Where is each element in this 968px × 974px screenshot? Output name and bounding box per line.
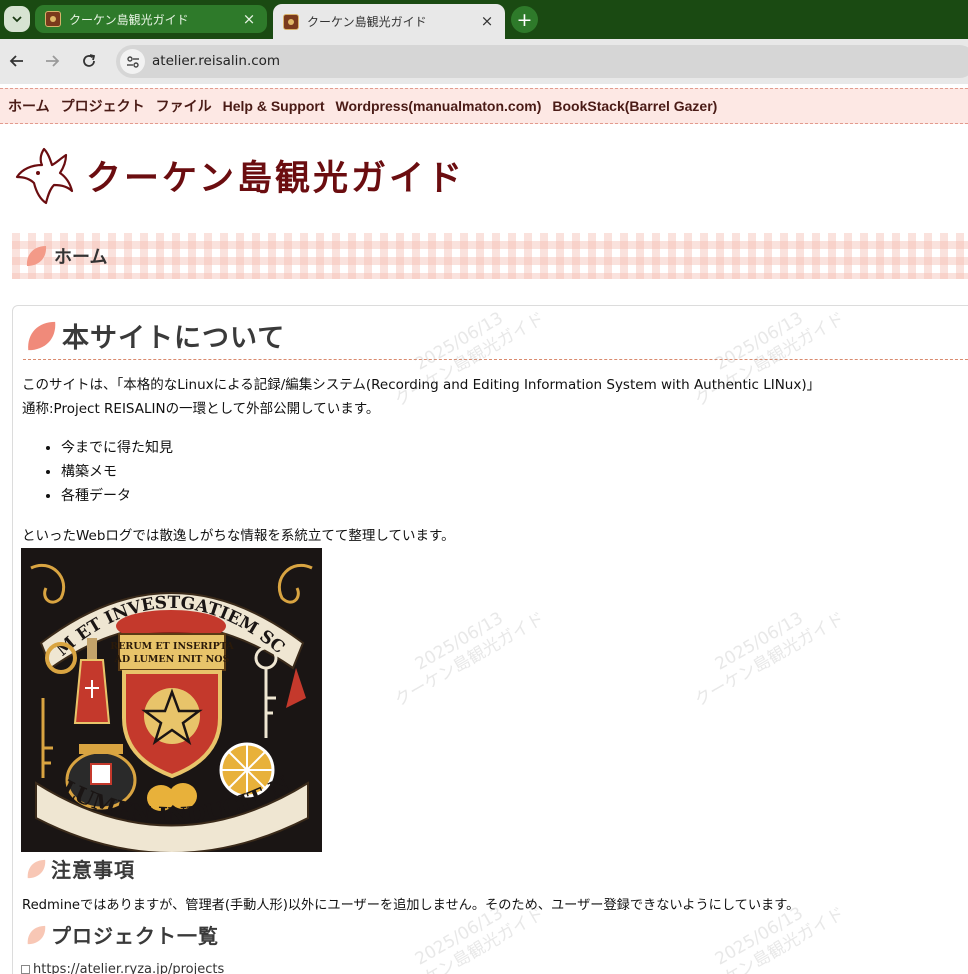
tab-inactive[interactable]: クーケン島観光ガイド ×: [35, 5, 267, 33]
nav-bookstack[interactable]: BookStack(Barrel Gazer): [552, 98, 717, 114]
intro-line-2: 通称:Project REISALINの一環として外部公開しています。: [22, 401, 380, 417]
tab-strip: クーケン島観光ガイド × クーケン島観光ガイド × +: [0, 0, 968, 39]
emblem-illustration: RERUM ET INVESTGATIEM SCRIPTA RERUM ET I…: [21, 548, 322, 852]
breadcrumb-current: ホーム: [54, 247, 108, 267]
url-text: atelier.reisalin.com: [152, 53, 281, 69]
nav-home[interactable]: ホーム: [8, 96, 50, 116]
list-item: 構築メモ: [61, 460, 173, 484]
shield-text-2: AD LUMEN INIT NOS: [114, 654, 230, 665]
leaf-icon: [27, 925, 46, 944]
nav-files[interactable]: ファイル: [156, 96, 212, 116]
new-tab-button[interactable]: +: [511, 6, 538, 33]
breadcrumb: ホーム: [12, 233, 968, 279]
notice-heading-text: 注意事項: [51, 860, 135, 882]
close-icon[interactable]: ×: [479, 14, 495, 29]
plus-icon: +: [516, 8, 533, 31]
tab-active[interactable]: クーケン島観光ガイド ×: [273, 4, 505, 39]
chevron-down-icon: [12, 16, 22, 23]
site-info-button[interactable]: [120, 49, 145, 74]
notice-heading: 注意事項: [25, 854, 135, 883]
heading-divider: [23, 359, 968, 360]
intro-line-1: このサイトは、「本格的なLinuxによる記録/編集システム(Recording …: [22, 377, 821, 393]
close-icon[interactable]: ×: [241, 11, 257, 27]
shield-text-1: RERUM ET INSERIPTA: [110, 641, 234, 652]
site-favicon-icon: [283, 13, 299, 30]
forward-button[interactable]: [40, 49, 64, 73]
tab-title: クーケン島観光ガイド: [69, 12, 189, 27]
site-favicon-icon: [45, 11, 61, 27]
arrow-right-icon: [46, 55, 60, 67]
tab-search-button[interactable]: [4, 6, 30, 32]
arrow-left-icon: [9, 55, 23, 67]
emblem-image: RERUM ET INVESTGATIEM SCRIPTA RERUM ET I…: [21, 548, 322, 852]
reload-icon: [83, 54, 96, 67]
leaf-icon: [27, 859, 46, 878]
projects-link[interactable]: https://atelier.ryza.jp/projects: [21, 962, 224, 974]
tune-icon: [126, 55, 139, 68]
address-bar[interactable]: atelier.reisalin.com: [116, 45, 968, 78]
back-button[interactable]: [5, 49, 29, 73]
outro-text: といったWebログでは散逸しがちな情報を系統立てて整理しています。: [22, 528, 455, 544]
list-item: 各種データ: [61, 484, 173, 508]
external-link-icon: [21, 965, 30, 974]
site-nav: ホーム プロジェクト ファイル Help & Support Wordpress…: [0, 88, 968, 124]
site-title: クーケン島観光ガイド: [86, 159, 465, 198]
nav-projects[interactable]: プロジェクト: [61, 96, 145, 116]
main-content: 本サイトについて このサイトは、「本格的なLinuxによる記録/編集システム(R…: [12, 305, 968, 974]
reload-button[interactable]: [77, 49, 101, 73]
tab-title: クーケン島観光ガイド: [307, 15, 427, 29]
nav-help[interactable]: Help & Support: [223, 98, 325, 114]
leaf-icon: [28, 321, 56, 350]
projects-heading-text: プロジェクト一覧: [51, 926, 219, 948]
browser-toolbar: atelier.reisalin.com: [0, 39, 968, 84]
leaf-icon: [26, 246, 47, 266]
section-heading: 本サイトについて: [24, 316, 285, 355]
site-logo-icon[interactable]: [14, 145, 76, 207]
nav-wordpress[interactable]: Wordpress(manualmaton.com): [335, 98, 541, 114]
projects-heading: プロジェクト一覧: [25, 920, 219, 949]
page-title: 本サイトについて: [62, 323, 286, 353]
notice-text: Redmineではありますが、管理者(手動人形)以外にユーザーを追加しません。そ…: [22, 898, 800, 913]
list-item: 今までに得た知見: [61, 436, 173, 460]
topic-list: 今までに得た知見 構築メモ 各種データ: [61, 436, 173, 508]
